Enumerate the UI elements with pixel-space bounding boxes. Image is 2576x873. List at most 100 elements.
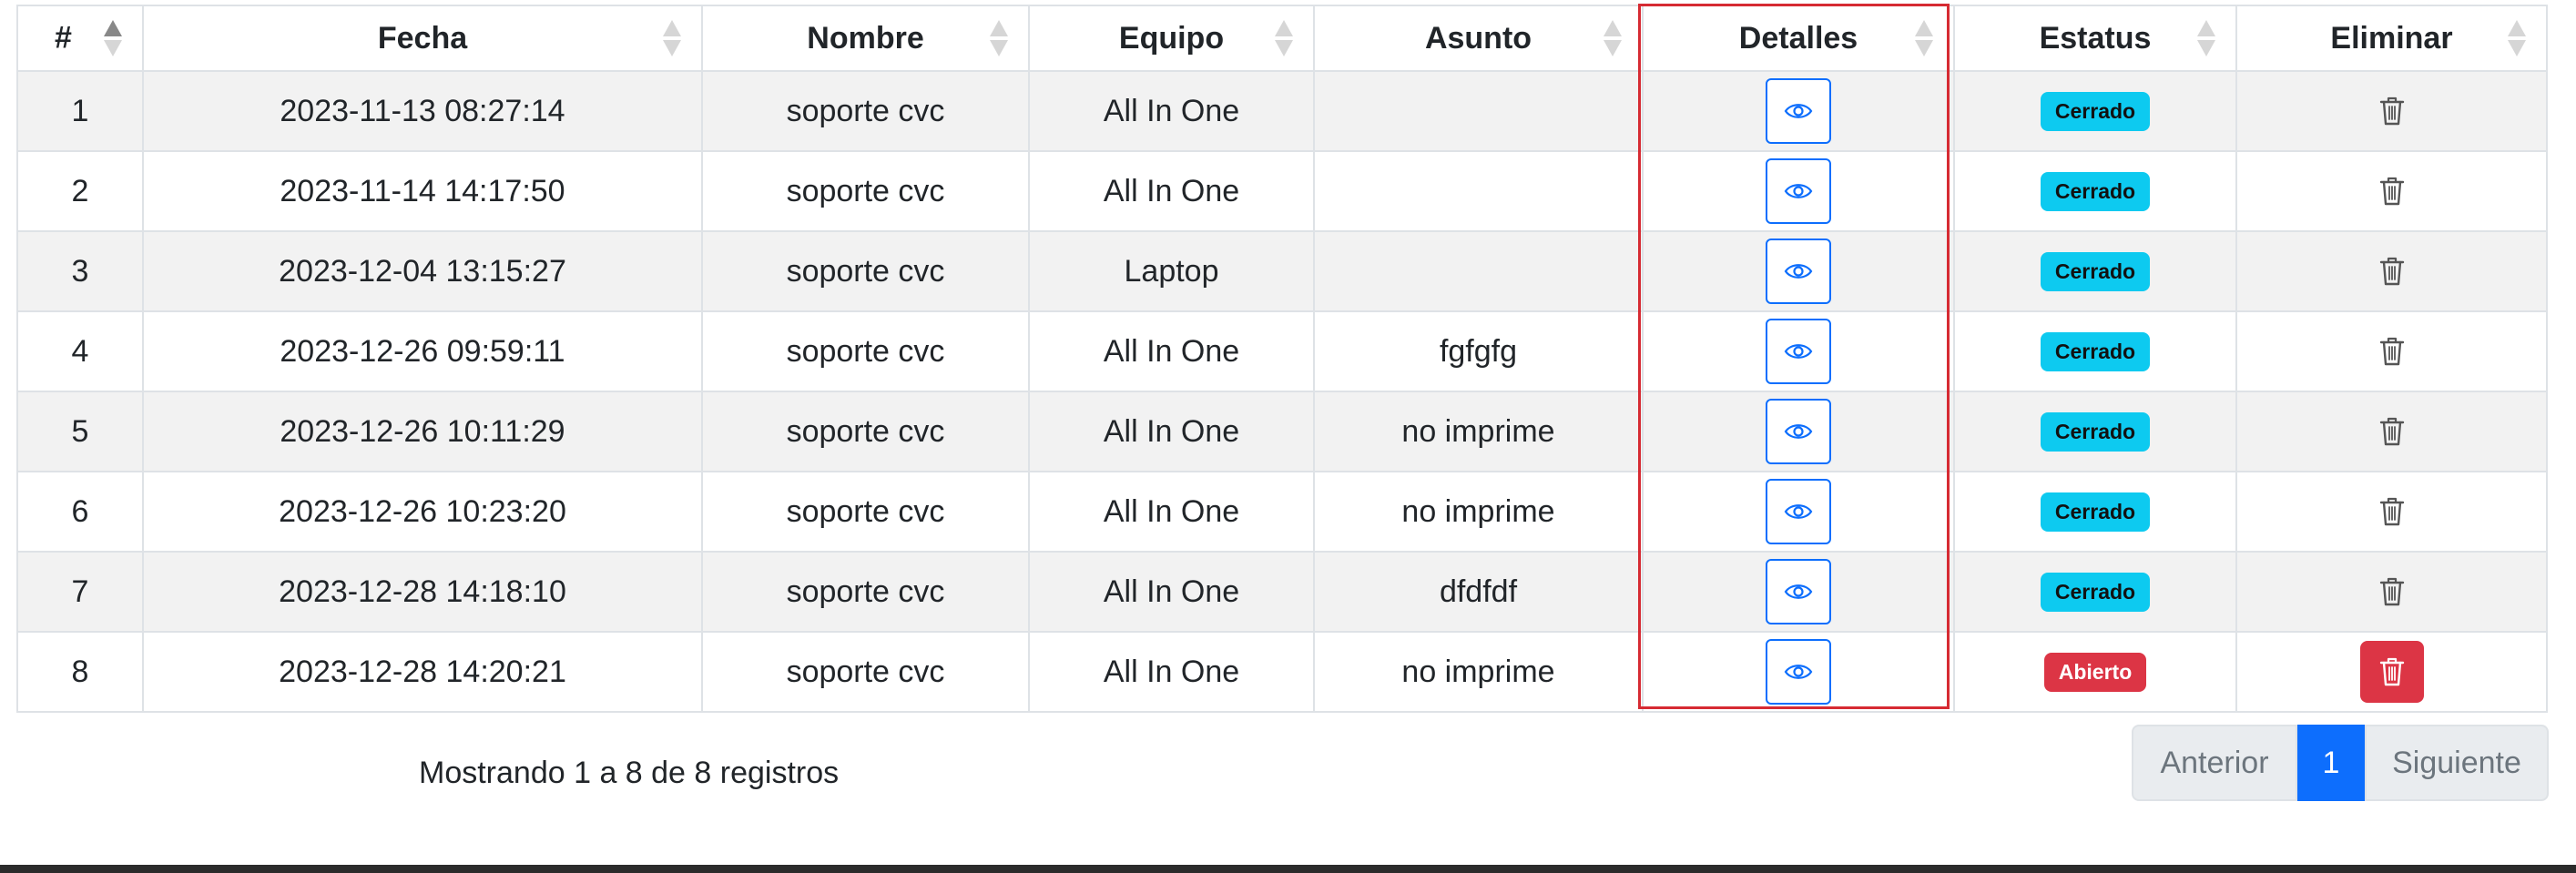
view-details-button[interactable] xyxy=(1766,78,1831,144)
delete-button[interactable] xyxy=(2359,641,2424,703)
cell-num: 3 xyxy=(16,230,144,312)
cell-asunto xyxy=(1313,230,1644,312)
cell-eliminar xyxy=(2235,70,2548,152)
cell-fecha: 2023-11-14 14:17:50 xyxy=(142,150,703,232)
eye-icon xyxy=(1784,341,1813,361)
header-asunto[interactable]: Asunto xyxy=(1313,5,1644,72)
tickets-table-wrapper: # Fecha Nombre Equipo Asunto Detalles Es… xyxy=(16,5,2548,713)
trash-icon xyxy=(2379,496,2405,527)
cell-estatus: Cerrado xyxy=(1953,551,2237,633)
status-badge: Cerrado xyxy=(2040,412,2151,452)
delete-button[interactable] xyxy=(2360,160,2424,222)
cell-num: 7 xyxy=(16,551,144,633)
view-details-button[interactable] xyxy=(1766,479,1831,544)
cell-asunto: no imprime xyxy=(1313,631,1644,713)
cell-nombre: soporte cvc xyxy=(701,310,1030,392)
table-row: 8 2023-12-28 14:20:21 soporte cvc All In On… xyxy=(16,631,2548,713)
cell-eliminar xyxy=(2235,471,2548,553)
cell-nombre: soporte cvc xyxy=(701,70,1030,152)
table-row: 1 2023-11-13 08:27:14 soporte cvc All In On… xyxy=(16,70,2548,152)
header-equipo-label: Equipo xyxy=(1118,20,1225,56)
cell-num: 8 xyxy=(16,631,144,713)
cell-asunto: no imprime xyxy=(1313,471,1644,553)
table-row: 5 2023-12-26 10:11:29 soporte cvc All In On… xyxy=(16,391,2548,472)
pagination-next-button[interactable]: Siguiente xyxy=(2365,725,2549,801)
delete-button[interactable] xyxy=(2360,80,2424,142)
header-asunto-label: Asunto xyxy=(1424,20,1532,56)
eye-icon xyxy=(1784,101,1813,121)
cell-fecha: 2023-12-28 14:18:10 xyxy=(142,551,703,633)
sort-arrows-icon xyxy=(2197,20,2215,56)
view-details-button[interactable] xyxy=(1766,239,1831,304)
cell-estatus: Abierto xyxy=(1953,631,2237,713)
cell-equipo: All In One xyxy=(1028,551,1315,633)
view-details-button[interactable] xyxy=(1766,639,1831,705)
delete-button[interactable] xyxy=(2360,240,2424,302)
view-details-button[interactable] xyxy=(1766,319,1831,384)
header-nombre[interactable]: Nombre xyxy=(701,5,1030,72)
view-details-button[interactable] xyxy=(1766,158,1831,224)
status-badge: Cerrado xyxy=(2040,332,2151,371)
cell-fecha: 2023-12-26 10:11:29 xyxy=(142,391,703,472)
cell-detalles xyxy=(1642,70,1955,152)
eye-icon xyxy=(1784,261,1813,281)
header-num[interactable]: # xyxy=(16,5,144,72)
cell-equipo: Laptop xyxy=(1028,230,1315,312)
cell-eliminar xyxy=(2235,551,2548,633)
cell-asunto: no imprime xyxy=(1313,391,1644,472)
view-details-button[interactable] xyxy=(1766,399,1831,464)
sort-arrows-icon xyxy=(990,20,1008,56)
cell-detalles xyxy=(1642,391,1955,472)
view-details-button[interactable] xyxy=(1766,559,1831,624)
table-body: 1 2023-11-13 08:27:14 soporte cvc All In On… xyxy=(16,70,2548,713)
window-bottom-edge xyxy=(0,865,2576,873)
cell-detalles xyxy=(1642,551,1955,633)
header-eliminar[interactable]: Eliminar xyxy=(2235,5,2548,72)
sort-arrows-icon xyxy=(2508,20,2526,56)
table-row: 4 2023-12-26 09:59:11 soporte cvc All In On… xyxy=(16,310,2548,392)
sort-arrows-icon xyxy=(104,20,122,56)
header-fecha-label: Fecha xyxy=(377,20,468,56)
header-estatus[interactable]: Estatus xyxy=(1953,5,2237,72)
cell-estatus: Cerrado xyxy=(1953,471,2237,553)
pagination-previous-button[interactable]: Anterior xyxy=(2132,725,2297,801)
header-detalles-label: Detalles xyxy=(1738,20,1858,56)
delete-button[interactable] xyxy=(2360,481,2424,543)
delete-button[interactable] xyxy=(2360,401,2424,462)
cell-asunto xyxy=(1313,70,1644,152)
cell-equipo: All In One xyxy=(1028,471,1315,553)
cell-eliminar xyxy=(2235,310,2548,392)
cell-nombre: soporte cvc xyxy=(701,631,1030,713)
trash-icon xyxy=(2379,416,2405,447)
cell-equipo: All In One xyxy=(1028,391,1315,472)
table-row: 6 2023-12-26 10:23:20 soporte cvc All In On… xyxy=(16,471,2548,553)
delete-button[interactable] xyxy=(2360,320,2424,382)
delete-button[interactable] xyxy=(2360,561,2424,623)
cell-fecha: 2023-12-26 10:23:20 xyxy=(142,471,703,553)
header-detalles[interactable]: Detalles xyxy=(1642,5,1955,72)
status-badge: Cerrado xyxy=(2040,172,2151,211)
status-badge: Cerrado xyxy=(2040,492,2151,532)
cell-eliminar xyxy=(2235,230,2548,312)
cell-asunto xyxy=(1313,150,1644,232)
tickets-table: # Fecha Nombre Equipo Asunto Detalles Es… xyxy=(16,5,2548,713)
cell-detalles xyxy=(1642,150,1955,232)
cell-fecha: 2023-11-13 08:27:14 xyxy=(142,70,703,152)
cell-eliminar xyxy=(2235,150,2548,232)
cell-nombre: soporte cvc xyxy=(701,551,1030,633)
cell-eliminar xyxy=(2235,391,2548,472)
header-equipo[interactable]: Equipo xyxy=(1028,5,1315,72)
trash-icon xyxy=(2379,656,2405,687)
cell-estatus: Cerrado xyxy=(1953,391,2237,472)
header-fecha[interactable]: Fecha xyxy=(142,5,703,72)
trash-icon xyxy=(2379,336,2405,367)
cell-equipo: All In One xyxy=(1028,310,1315,392)
pagination-page-1[interactable]: 1 xyxy=(2297,725,2365,801)
cell-nombre: soporte cvc xyxy=(701,150,1030,232)
cell-detalles xyxy=(1642,631,1955,713)
table-row: 7 2023-12-28 14:18:10 soporte cvc All In On… xyxy=(16,551,2548,633)
cell-num: 2 xyxy=(16,150,144,232)
header-nombre-label: Nombre xyxy=(807,20,924,56)
cell-estatus: Cerrado xyxy=(1953,310,2237,392)
eye-icon xyxy=(1784,582,1813,602)
